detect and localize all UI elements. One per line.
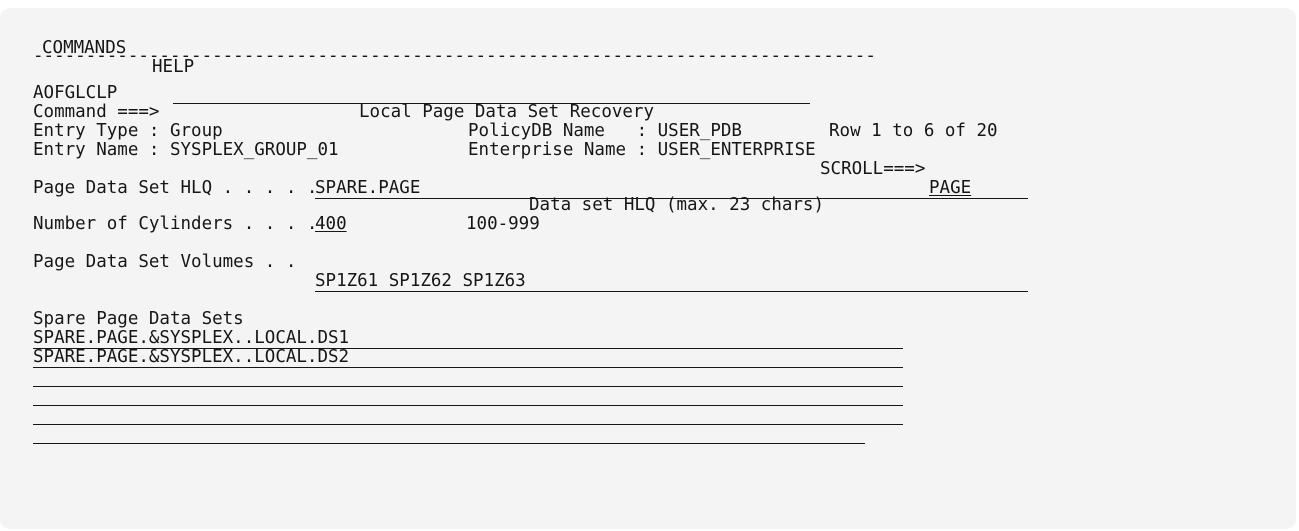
cylinders-input[interactable]: 400	[315, 215, 347, 234]
spare-dataset-input[interactable]	[33, 367, 903, 386]
scroll-label: SCROLL===>	[820, 159, 926, 179]
command-input-underline	[173, 103, 810, 104]
row-info: Row 1 to 6 of 20	[829, 121, 998, 141]
separator-line: ----------------------------------------…	[33, 47, 876, 66]
menu-bar: COMMANDS HELP	[33, 20, 194, 77]
spare-dataset-input[interactable]	[33, 405, 903, 424]
spare-heading: Spare Page Data Sets	[33, 309, 244, 329]
header-line: AOFGLCLP Local Page Data Set Recovery Ro…	[33, 65, 1033, 141]
spare-dataset-input[interactable]	[33, 386, 903, 405]
spare-dataset-input[interactable]: SPARE.PAGE.&SYSPLEX..LOCAL.DS1	[33, 329, 903, 348]
volumes-input-underline	[315, 291, 1028, 292]
entry-type: Entry Type : Group	[33, 121, 223, 141]
volumes-input[interactable]: SP1Z61 SP1Z62 SP1Z63	[315, 272, 1028, 291]
command-label: Command ===>	[33, 102, 160, 122]
spare-dataset-underline	[33, 443, 865, 444]
entry-name: Entry Name : SYSPLEX_GROUP_01	[33, 140, 339, 160]
panel-title: Local Page Data Set Recovery	[359, 102, 655, 122]
spare-dataset-input[interactable]	[33, 424, 865, 443]
volumes-label: Page Data Set Volumes . .	[33, 252, 297, 272]
hlq-hint: Data set HLQ (max. 23 chars)	[529, 195, 825, 215]
enterprise-name: Enterprise Name : USER_ENTERPRISE	[468, 140, 816, 160]
policydb-name: PolicyDB Name : USER_PDB	[468, 121, 742, 141]
command-line: Command ===> SCROLL===> PAGE	[33, 84, 1033, 198]
terminal-panel: COMMANDS HELP --------------------------…	[0, 8, 1296, 529]
cylinders-label: Number of Cylinders . . . .	[33, 214, 318, 234]
cylinders-range: 100-999	[466, 214, 540, 234]
spare-dataset-input[interactable]: SPARE.PAGE.&SYSPLEX..LOCAL.DS2	[33, 348, 903, 367]
hlq-label: Page Data Set HLQ . . . . .	[33, 178, 318, 198]
